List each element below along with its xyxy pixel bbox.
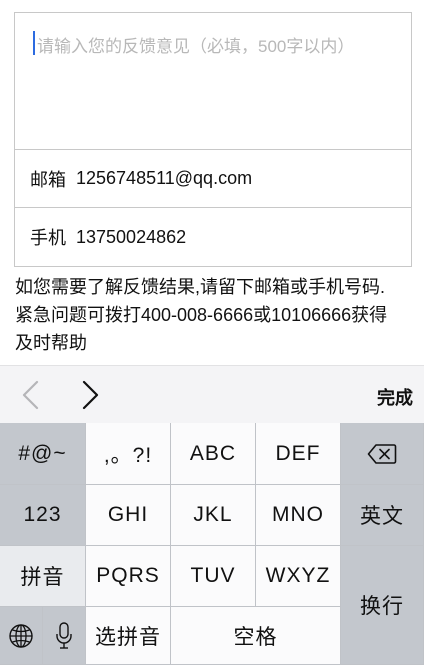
hint-line-3: 及时帮助 <box>15 333 87 353</box>
phone-value[interactable]: 13750024862 <box>76 227 186 248</box>
key-ghi[interactable]: GHI <box>86 485 171 546</box>
feedback-form: 请输入您的反馈意见（必填，500字以内） 邮箱 1256748511@qq.co… <box>14 12 412 267</box>
hint-line-1: 如您需要了解反馈结果,请留下邮箱或手机号码. <box>15 277 385 297</box>
keyboard-toolbar: 完成 <box>0 365 424 423</box>
key-numbers[interactable]: 123 <box>0 485 86 546</box>
key-punctuation[interactable]: ,。?! <box>86 423 171 485</box>
backspace-key[interactable] <box>341 423 424 485</box>
pinyin-9key-keyboard: #@~ ,。?! ABC DEF 123 GHI JKL MNO 英文 拼音 P… <box>0 423 424 665</box>
email-value[interactable]: 1256748511@qq.com <box>76 168 252 189</box>
key-choose-pinyin[interactable]: 选拼音 <box>86 607 171 665</box>
key-english[interactable]: 英文 <box>341 485 424 546</box>
key-abc[interactable]: ABC <box>171 423 256 485</box>
previous-field-button[interactable] <box>17 378 47 412</box>
globe-icon <box>9 623 33 648</box>
email-label: 邮箱 <box>30 169 66 190</box>
space-key[interactable]: 空格 <box>171 607 341 665</box>
microphone-icon <box>56 621 72 649</box>
feedback-textarea[interactable]: 请输入您的反馈意见（必填，500字以内） <box>15 13 411 150</box>
key-def[interactable]: DEF <box>256 423 341 485</box>
key-mno[interactable]: MNO <box>256 485 341 546</box>
key-pqrs[interactable]: PQRS <box>86 546 171 607</box>
chevron-left-icon <box>22 380 39 410</box>
microphone-key[interactable] <box>43 607 86 665</box>
key-return[interactable]: 换行 <box>341 546 424 665</box>
feedback-hint: 如您需要了解反馈结果,请留下邮箱或手机号码. 紧急问题可拨打400-008-66… <box>15 273 415 357</box>
backspace-icon <box>367 443 397 464</box>
hint-line-2: 紧急问题可拨打400-008-6666或10106666获得 <box>15 305 388 325</box>
text-cursor <box>33 31 35 55</box>
email-field[interactable]: 邮箱 1256748511@qq.com <box>15 150 411 208</box>
key-wxyz[interactable]: WXYZ <box>256 546 341 607</box>
key-tuv[interactable]: TUV <box>171 546 256 607</box>
done-button[interactable]: 完成 <box>377 384 413 410</box>
next-field-button[interactable] <box>74 378 104 412</box>
phone-label: 手机 <box>30 228 66 248</box>
key-symbols[interactable]: #@~ <box>0 423 86 485</box>
phone-field[interactable]: 手机 13750024862 <box>15 208 411 266</box>
chevron-right-icon <box>82 380 99 410</box>
globe-key[interactable] <box>0 607 43 665</box>
feedback-placeholder: 请输入您的反馈意见（必填，500字以内） <box>37 37 355 56</box>
key-pinyin[interactable]: 拼音 <box>0 546 86 607</box>
key-jkl[interactable]: JKL <box>171 485 256 546</box>
